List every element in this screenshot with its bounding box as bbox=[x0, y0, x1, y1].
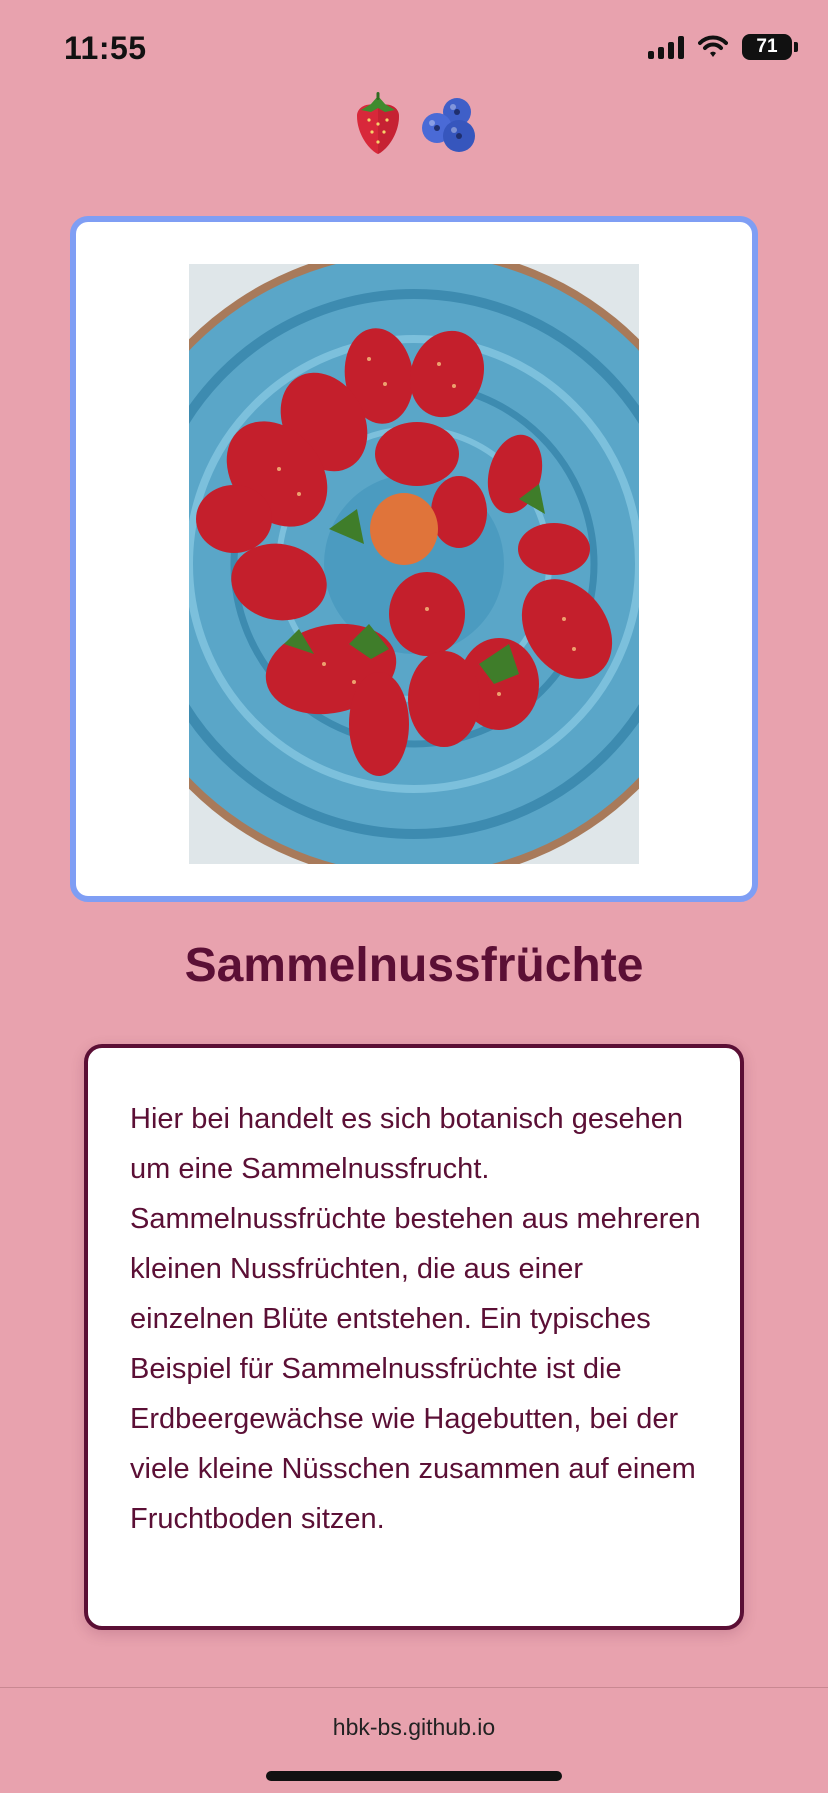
status-bar: 11:55 71 bbox=[0, 0, 828, 100]
photo-frame bbox=[70, 216, 758, 902]
home-indicator[interactable] bbox=[266, 1771, 562, 1781]
browser-address-bar[interactable]: hbk-bs.github.io bbox=[0, 1687, 828, 1793]
wifi-icon bbox=[698, 35, 728, 57]
url-text[interactable]: hbk-bs.github.io bbox=[0, 1714, 828, 1741]
description-card: Hier bei handelt es sich botanisch geseh… bbox=[84, 1044, 744, 1630]
header-emoji-row bbox=[0, 92, 828, 158]
battery-level: 71 bbox=[756, 36, 778, 57]
description-text: Hier bei handelt es sich botanisch geseh… bbox=[130, 1103, 701, 1535]
strawberry-icon bbox=[357, 92, 399, 154]
page-title: Sammelnussfrüchte bbox=[184, 939, 644, 992]
battery-icon: 71 bbox=[742, 34, 798, 60]
status-time: 11:55 bbox=[64, 30, 147, 66]
strawberry-bowl-image bbox=[189, 264, 639, 864]
status-icons: 71 bbox=[648, 34, 798, 60]
blueberries-icon bbox=[422, 98, 475, 152]
signal-icon bbox=[648, 35, 684, 59]
